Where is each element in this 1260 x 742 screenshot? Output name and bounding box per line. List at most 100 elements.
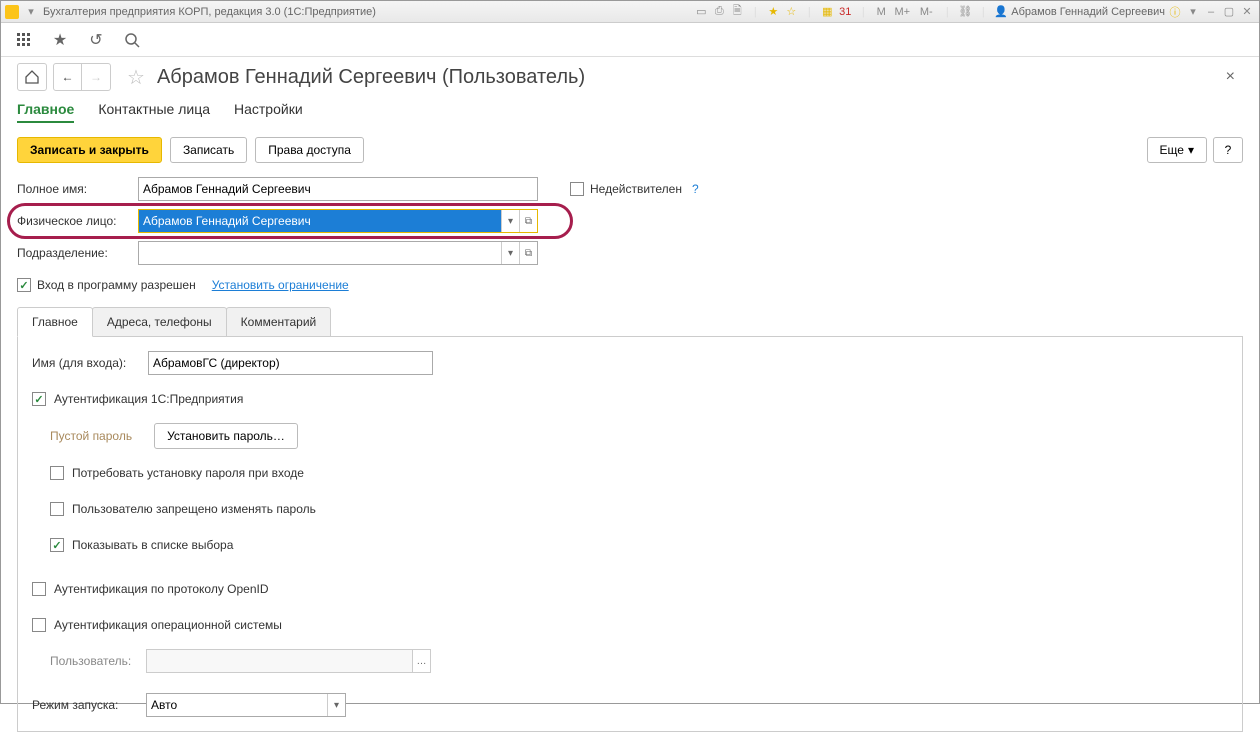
individual-combo[interactable]: ▾ ⧉: [138, 209, 538, 233]
invalid-help-icon[interactable]: ?: [692, 182, 699, 196]
show-in-list-checkbox[interactable]: [50, 538, 64, 552]
page-title: Абрамов Геннадий Сергеевич (Пользователь…: [157, 66, 585, 89]
tab-contacts[interactable]: Контактные лица: [98, 101, 210, 123]
inner-tab-addresses[interactable]: Адреса, телефоны: [92, 307, 227, 336]
run-mode-combo[interactable]: ▾: [146, 693, 346, 717]
department-open-icon[interactable]: ⧉: [519, 242, 537, 264]
page-close-button[interactable]: ×: [1218, 64, 1243, 90]
department-input[interactable]: [139, 242, 501, 264]
auth-openid-label: Аутентификация по протоколу OpenID: [54, 582, 269, 596]
title-bar: ▾ Бухгалтерия предприятия КОРП, редакция…: [1, 1, 1259, 23]
chevron-down-icon: ▾: [1188, 143, 1194, 157]
history-icon[interactable]: ↺: [87, 31, 105, 49]
inner-tab-main[interactable]: Главное: [17, 307, 93, 337]
auth-1c-label: Аутентификация 1С:Предприятия: [54, 392, 243, 406]
inner-tabs: Главное Адреса, телефоны Комментарий: [17, 307, 1243, 337]
tb-mplus[interactable]: M+: [891, 4, 913, 20]
save-button[interactable]: Записать: [170, 137, 247, 163]
show-in-list-row: Показывать в списке выбора: [50, 533, 1228, 557]
dropdown-icon[interactable]: ▾: [23, 4, 39, 20]
search-icon[interactable]: [123, 31, 141, 49]
page-favorite-icon[interactable]: ☆: [127, 65, 145, 90]
auth-openid-row: Аутентификация по протоколу OpenID: [32, 577, 1228, 601]
current-user: Абрамов Геннадий Сергеевич: [1011, 6, 1165, 18]
tb-sep-2: |: [801, 4, 817, 20]
action-bar: Записать и закрыть Записать Права доступ…: [17, 137, 1243, 163]
require-pw-checkbox[interactable]: [50, 466, 64, 480]
inner-tab-comment[interactable]: Комментарий: [226, 307, 332, 336]
run-mode-input[interactable]: [147, 694, 327, 716]
tb-sep-3: |: [855, 4, 871, 20]
window-maximize-icon[interactable]: ▢: [1221, 4, 1237, 20]
os-user-label: Пользователь:: [50, 654, 138, 668]
auth-openid-checkbox[interactable]: [32, 582, 46, 596]
nav-row: ← → ☆ Абрамов Геннадий Сергеевич (Пользо…: [17, 63, 1243, 91]
full-name-input[interactable]: [138, 177, 538, 201]
show-in-list-label: Показывать в списке выбора: [72, 538, 233, 552]
help-button[interactable]: ?: [1213, 137, 1243, 163]
tb-m[interactable]: M: [873, 4, 889, 20]
tb-info-drop[interactable]: ▾: [1185, 4, 1201, 20]
tab-main[interactable]: Главное: [17, 101, 74, 123]
nav-back-button[interactable]: ←: [54, 64, 82, 90]
nav-forward-button[interactable]: →: [82, 64, 110, 90]
auth-os-label: Аутентификация операционной системы: [54, 618, 282, 632]
login-allowed-checkbox[interactable]: [17, 278, 31, 292]
favorite-icon[interactable]: ★: [51, 31, 69, 49]
user-icon: 👤: [993, 4, 1009, 20]
individual-dropdown-icon[interactable]: ▾: [501, 210, 519, 232]
invalid-checkbox[interactable]: [570, 182, 584, 196]
individual-label: Физическое лицо:: [17, 214, 132, 228]
tb-star2-icon[interactable]: ☆: [783, 4, 799, 20]
full-name-label: Полное имя:: [17, 182, 132, 196]
tb-calc-icon[interactable]: ▦: [819, 4, 835, 20]
tb-icon-1[interactable]: ▭: [693, 4, 709, 20]
tb-star-icon[interactable]: ★: [765, 4, 781, 20]
login-name-label: Имя (для входа):: [32, 356, 140, 370]
full-name-row: Полное имя: Недействителен ?: [17, 177, 1243, 201]
tab-settings[interactable]: Настройки: [234, 101, 303, 123]
invalid-label: Недействителен: [590, 182, 682, 196]
home-button[interactable]: [17, 63, 47, 91]
tb-info-icon[interactable]: ⓘ: [1167, 4, 1183, 20]
tb-mminus[interactable]: M-: [915, 4, 937, 20]
tb-link-icon[interactable]: ⛓: [957, 4, 973, 20]
more-label: Еще: [1160, 143, 1184, 157]
apps-icon[interactable]: [15, 31, 33, 49]
app-logo-icon: [5, 5, 19, 19]
individual-row: Физическое лицо: ▾ ⧉: [17, 209, 567, 233]
require-pw-label: Потребовать установку пароля при входе: [72, 466, 304, 480]
tb-print-icon[interactable]: ⎙: [711, 4, 727, 20]
empty-password-label: Пустой пароль: [50, 429, 132, 443]
tb-sep-5: |: [975, 4, 991, 20]
save-close-button[interactable]: Записать и закрыть: [17, 137, 162, 163]
password-row: Пустой пароль Установить пароль…: [50, 423, 1228, 449]
access-rights-button[interactable]: Права доступа: [255, 137, 364, 163]
forbid-pw-checkbox[interactable]: [50, 502, 64, 516]
run-mode-dropdown-icon[interactable]: ▾: [327, 694, 345, 716]
individual-input[interactable]: [139, 210, 501, 232]
set-password-button[interactable]: Установить пароль…: [154, 423, 298, 449]
department-combo[interactable]: ▾ ⧉: [138, 241, 538, 265]
os-user-combo: …: [146, 649, 431, 673]
auth-1c-checkbox[interactable]: [32, 392, 46, 406]
window-close-icon[interactable]: ✕: [1239, 4, 1255, 20]
os-user-browse-icon: …: [412, 650, 430, 672]
tb-sep-4: |: [939, 4, 955, 20]
forbid-pw-label: Пользователю запрещено изменять пароль: [72, 502, 316, 516]
page-content: ← → ☆ Абрамов Геннадий Сергеевич (Пользо…: [1, 57, 1259, 742]
auth-os-checkbox[interactable]: [32, 618, 46, 632]
nav-arrows: ← →: [53, 63, 111, 91]
department-label: Подразделение:: [17, 246, 132, 260]
tb-sep-1: |: [747, 4, 763, 20]
os-user-row: Пользователь: …: [50, 649, 1228, 673]
tb-doc-icon[interactable]: 🗎: [729, 4, 745, 20]
window-minimize-icon[interactable]: –: [1203, 4, 1219, 20]
tb-calendar-icon[interactable]: 31: [837, 4, 853, 20]
more-button[interactable]: Еще ▾: [1147, 137, 1207, 163]
login-name-input[interactable]: [148, 351, 433, 375]
auth-1c-row: Аутентификация 1С:Предприятия: [32, 387, 1228, 411]
individual-open-icon[interactable]: ⧉: [519, 210, 537, 232]
set-restriction-link[interactable]: Установить ограничение: [212, 278, 349, 292]
department-dropdown-icon[interactable]: ▾: [501, 242, 519, 264]
